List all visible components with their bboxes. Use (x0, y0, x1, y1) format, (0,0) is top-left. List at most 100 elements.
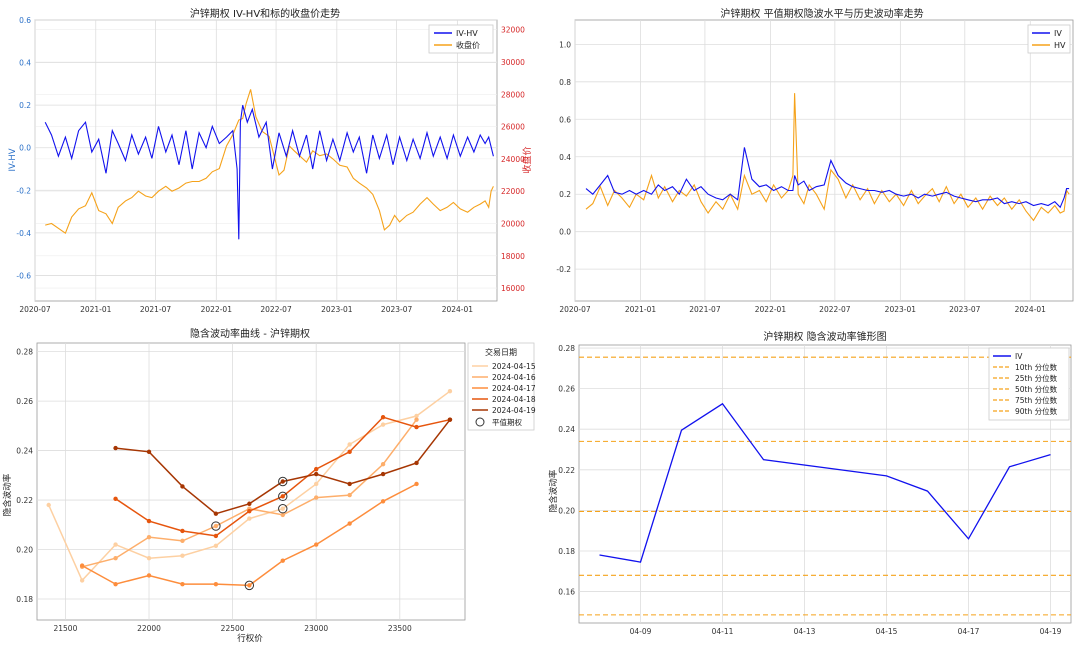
data-point-2024-04-19 (347, 481, 352, 487)
data-point-2024-04-18 (347, 449, 352, 455)
chart-title: 沪锌期权 隐含波动率锥形图 (763, 330, 886, 343)
iv-smile-chart: 隐含波动率曲线 - 沪锌期权 行权价 隐含波动率 0.18 0.20 0.22 0.2… (2, 327, 536, 644)
data-point-2024-04-17 (380, 499, 386, 504)
data-point-2024-04-18 (180, 528, 185, 534)
legend-title: 交易日期 (485, 347, 517, 357)
legend-label-10th: 10th 分位数 (1015, 362, 1058, 372)
chart-title: 隐含波动率曲线 - 沪锌期权 (190, 327, 310, 340)
x-tick-label: 2021-07 (140, 305, 172, 314)
y-tick-label: 0.16 (558, 588, 575, 597)
data-point-2024-04-15 (314, 481, 319, 487)
x-tick-label: 04-13 (794, 627, 816, 636)
data-point-2024-04-17 (213, 581, 219, 587)
y-tick-label: 0.22 (558, 466, 575, 475)
x-tick-label: 04-15 (876, 627, 898, 636)
plot-frame (574, 19, 1074, 302)
y-tick-label: -0.4 (16, 229, 31, 238)
data-point-2024-04-19 (113, 445, 118, 451)
x-tick-label: 2021-01 (80, 305, 112, 314)
y-tick-label: 0.22 (16, 496, 33, 505)
data-point-2024-04-19 (280, 479, 285, 484)
y-tick-label: 0.2 (559, 190, 571, 199)
legend-label-2024-04-17: 2024-04-17 (492, 384, 536, 393)
y-tick-label: 0.18 (16, 595, 33, 604)
y-tick-label: 1.0 (559, 40, 571, 49)
y-tick-label: 0.18 (558, 547, 575, 556)
iv-hv-price-panel: 沪锌期权 IV-HV和标的收盘价走势 IV-HV 收盘价 2020-07 2021… (0, 0, 540, 323)
x-tick-label: 04-11 (712, 627, 734, 636)
data-point-2024-04-19 (213, 511, 219, 516)
chart-legend: 交易日期 2024-04-15 2024-04-16 2024-04-17 20… (467, 342, 536, 431)
legend-label-2024-04-18: 2024-04-18 (492, 395, 536, 404)
y-tick-label: 0.2 (19, 101, 31, 110)
y-tick-label: 0.24 (558, 425, 575, 434)
data-point-2024-04-16 (380, 461, 386, 467)
y-axis-label-left: IV-HV (8, 148, 18, 171)
iv-hv-price-chart: 沪锌期权 IV-HV和标的收盘价走势 IV-HV 收盘价 2020-07 2021… (8, 7, 533, 314)
x-tick-label: 21500 (53, 624, 77, 633)
y-tick-label: 0.6 (559, 115, 571, 124)
x-tick-label: 2024-01 (442, 305, 474, 314)
y2-tick-label: 20000 (501, 219, 525, 228)
y-tick-label: -0.6 (16, 271, 31, 280)
data-point-2024-04-18 (414, 424, 419, 430)
data-point-2024-04-16 (314, 495, 319, 500)
y-tick-label: 0.26 (558, 385, 575, 394)
data-point-2024-04-16 (180, 538, 185, 544)
x-tick-label: 2023-01 (321, 305, 353, 314)
data-point-2024-04-17 (280, 558, 285, 563)
legend-label-90th: 90th 分位数 (1015, 406, 1058, 416)
y2-tick-label: 28000 (501, 90, 525, 99)
atm-iv-hv-chart: 沪锌期权 平值期权隐波水平与历史波动率走势 -0.2 0.0 0.2 0.4 0.6 0.… (556, 7, 1074, 314)
data-point-2024-04-16 (113, 555, 118, 561)
data-point-2024-04-17 (314, 542, 319, 547)
y2-tick-label: 24000 (501, 155, 525, 164)
data-point-2024-04-19 (146, 449, 152, 455)
y-tick-label: 0.8 (559, 78, 571, 87)
y-tick-label: -0.2 (556, 265, 571, 274)
data-point-2024-04-19 (380, 471, 386, 477)
x-tick-label: 2022-01 (201, 305, 233, 314)
data-point-2024-04-19 (314, 471, 319, 477)
y-tick-label: 0.0 (19, 144, 31, 153)
data-point-2024-04-19 (447, 417, 453, 422)
data-point-2024-04-15 (447, 389, 453, 394)
legend-label-iv: IV (1015, 352, 1023, 361)
legend-label-75th: 75th 分位数 (1015, 395, 1058, 405)
x-tick-label: 2020-07 (559, 305, 591, 314)
chart-legend: IV-HV 收盘价 (428, 24, 494, 54)
atm-iv-hv-panel: 沪锌期权 平值期权隐波水平与历史波动率走势 -0.2 0.0 0.2 0.4 0.6 0.… (540, 0, 1080, 323)
x-tick-label: 2021-07 (689, 305, 721, 314)
data-point-2024-04-15 (280, 506, 285, 511)
data-point-2024-04-15 (347, 442, 352, 447)
chart-legend: IV 10th 分位数 25th 分位数 50th 分位数 75th 分位数 9… (988, 347, 1070, 421)
data-point-2024-04-18 (380, 414, 386, 420)
data-point-2024-04-15 (247, 516, 252, 521)
y-tick-label: 0.0 (559, 228, 571, 237)
x-tick-label: 23000 (304, 624, 328, 633)
data-point-2024-04-16 (146, 534, 152, 540)
data-point-2024-04-15 (113, 542, 118, 547)
plot-area: 0.18 0.20 0.22 0.24 0.26 0.28 21500 22000 22500 2… (16, 342, 466, 633)
data-point-2024-04-16 (414, 417, 419, 422)
x-tick-label: 22500 (221, 624, 245, 633)
data-point-2024-04-17 (113, 581, 118, 587)
x-tick-label: 2021-01 (625, 305, 657, 314)
y-tick-label: -0.2 (16, 186, 31, 195)
x-tick-label: 2023-07 (381, 305, 413, 314)
x-tick-label: 2020-07 (19, 305, 51, 314)
x-tick-label: 2022-07 (260, 305, 292, 314)
chart-legend: IV HV (1027, 24, 1071, 54)
data-point-2024-04-17 (347, 521, 352, 526)
legend-label-2024-04-15: 2024-04-15 (492, 362, 536, 371)
legend-label-iv: IV (1054, 29, 1062, 38)
data-point-2024-04-15 (213, 543, 219, 549)
y2-tick-label: 32000 (501, 26, 525, 35)
data-point-2024-04-18 (213, 533, 219, 539)
chart-title: 沪锌期权 IV-HV和标的收盘价走势 (190, 7, 340, 20)
x-tick-label: 23500 (388, 624, 412, 633)
y2-tick-label: 18000 (501, 252, 525, 261)
plot-area: -0.2 0.0 0.2 0.4 0.6 0.8 1.0 2020-07 2021-01 2021… (556, 19, 1074, 314)
y-tick-label: 0.20 (558, 506, 575, 515)
x-tick-label: 04-17 (958, 627, 980, 636)
